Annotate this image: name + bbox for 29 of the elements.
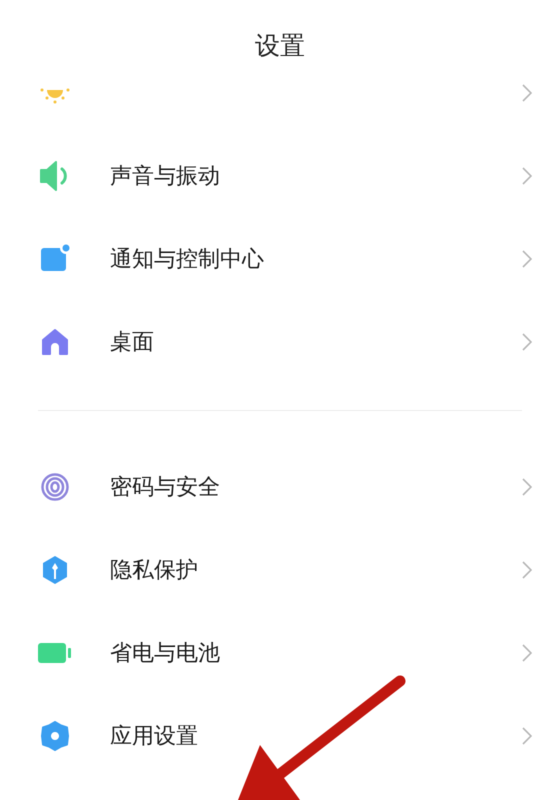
chevron-right-icon	[522, 166, 532, 184]
chevron-right-icon	[522, 84, 532, 102]
item-label: 隐私保护	[110, 556, 199, 584]
item-label: 密码与安全	[110, 474, 221, 502]
item-label: 桌面	[110, 328, 155, 356]
settings-item[interactable]: 应用设置	[0, 694, 560, 777]
settings-item[interactable]: 省电与电池	[0, 611, 560, 694]
chevron-right-icon	[522, 478, 532, 496]
chevron-right-icon	[522, 250, 532, 268]
item-label: 应用设置	[110, 722, 199, 750]
home-icon	[41, 328, 69, 356]
settings-item[interactable]: 通知与控制中心	[0, 217, 560, 300]
gear-icon	[40, 720, 70, 750]
fingerprint-icon	[40, 472, 70, 502]
settings-item[interactable]: 隐私保护	[0, 528, 560, 611]
item-label: 声音与振动	[110, 162, 221, 190]
chevron-right-icon	[522, 560, 532, 578]
chevron-right-icon	[522, 644, 532, 662]
settings-item[interactable]: 桌面	[0, 300, 560, 383]
settings-item[interactable]: 声音与振动	[0, 134, 560, 217]
item-label: 通知与控制中心	[110, 246, 265, 274]
settings-item[interactable]: 密码与安全	[0, 445, 560, 528]
shield-icon	[41, 554, 69, 584]
battery-icon	[38, 642, 72, 664]
screen-title: 设置	[255, 30, 305, 62]
notification-icon	[40, 244, 70, 274]
item-label: 省电与电池	[110, 640, 221, 668]
chevron-right-icon	[522, 726, 532, 744]
chevron-right-icon	[522, 332, 532, 350]
